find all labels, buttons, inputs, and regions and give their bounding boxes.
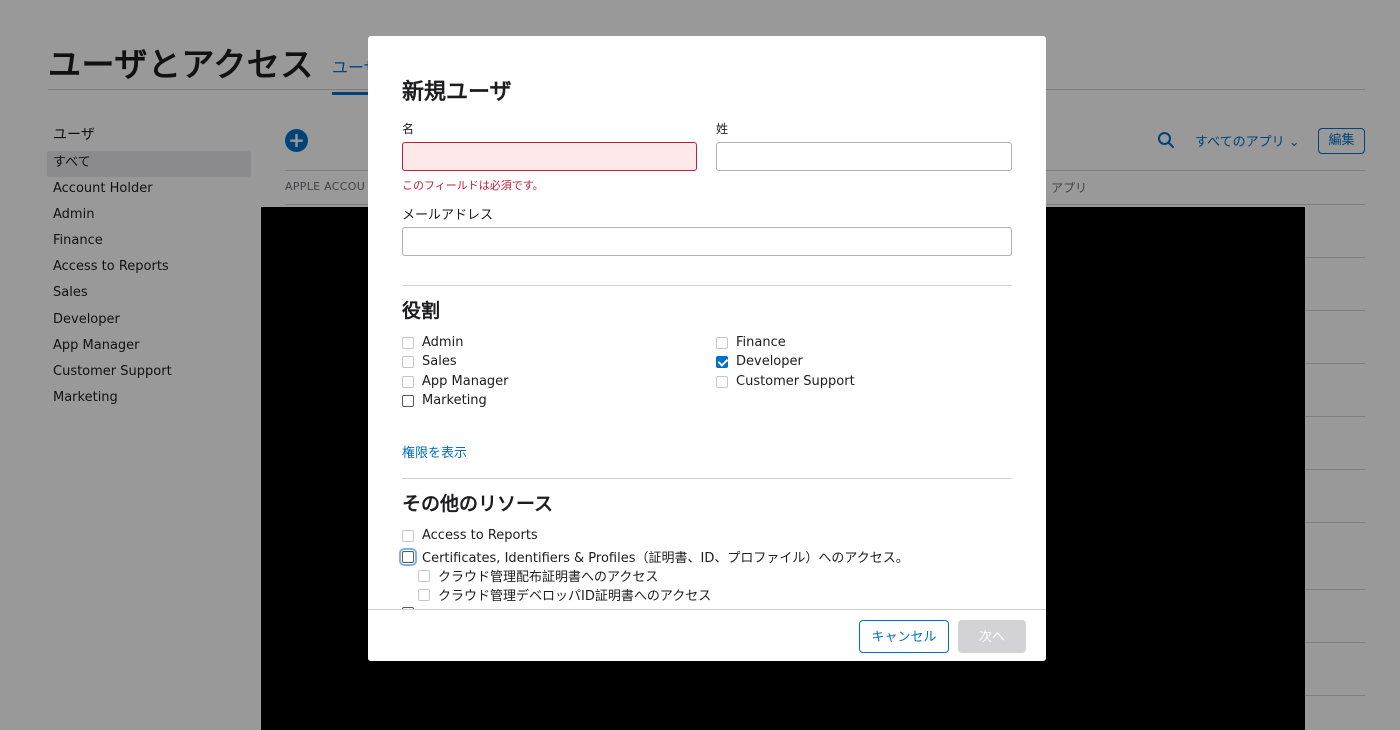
role-marketing[interactable]: Marketing xyxy=(402,393,487,408)
role-developer[interactable]: Developer xyxy=(716,354,803,369)
view-permissions-link[interactable]: 権限を表示 xyxy=(402,442,467,461)
resource-certificates-profiles[interactable]: Certificates, Identifiers & Profiles（証明書… xyxy=(399,547,909,566)
first-name-label: 名 xyxy=(402,122,415,136)
role-developer-checkbox[interactable] xyxy=(716,355,728,368)
resource-cloud-developer-id-certs-label: クラウド管理デベロッパID証明書へのアクセス xyxy=(438,589,712,604)
roles-title: 役割 xyxy=(402,300,441,322)
first-name-field[interactable] xyxy=(402,142,697,171)
role-admin-checkbox xyxy=(402,336,414,349)
role-sales-label: Sales xyxy=(422,354,457,369)
resource-access-to-reports-label: Access to Reports xyxy=(422,528,538,543)
resource-cloud-distribution-certs: クラウド管理配布証明書へのアクセス xyxy=(418,566,658,585)
section-divider xyxy=(402,478,1012,479)
role-marketing-label[interactable]: Marketing xyxy=(422,393,487,408)
role-finance-checkbox xyxy=(716,336,728,349)
role-finance: Finance xyxy=(716,335,786,350)
new-user-dialog: 新規ユーザ 名 このフィールドは必須です。 姓 メールアドレス 役割 Admin… xyxy=(368,36,1046,661)
resource-certificates-profiles-label[interactable]: Certificates, Identifiers & Profiles（証明書… xyxy=(422,547,909,566)
resource-cloud-developer-id-certs-checkbox xyxy=(418,588,430,601)
role-app-manager-label: App Manager xyxy=(422,374,509,389)
section-divider xyxy=(402,285,1012,286)
resource-access-to-reports-checkbox xyxy=(402,529,414,542)
role-finance-label: Finance xyxy=(736,335,786,350)
last-name-field[interactable] xyxy=(716,142,1012,171)
role-marketing-checkbox[interactable] xyxy=(402,394,414,407)
role-customer-support-label: Customer Support xyxy=(736,374,855,389)
role-sales: Sales xyxy=(402,354,457,369)
dialog-title: 新規ユーザ xyxy=(402,80,512,105)
resource-access-to-reports: Access to Reports xyxy=(402,528,538,543)
resource-cloud-distribution-certs-checkbox xyxy=(418,569,430,582)
email-field[interactable] xyxy=(402,227,1012,256)
cancel-button[interactable]: キャンセル xyxy=(859,620,949,653)
next-button[interactable]: 次へ xyxy=(958,620,1026,653)
role-customer-support: Customer Support xyxy=(716,374,855,389)
email-label: メールアドレス xyxy=(402,208,494,223)
last-name-label: 姓 xyxy=(716,122,729,136)
role-app-manager: App Manager xyxy=(402,374,509,389)
role-developer-label[interactable]: Developer xyxy=(736,354,803,369)
first-name-error: このフィールドは必須です。 xyxy=(402,179,544,192)
role-sales-checkbox xyxy=(402,355,414,368)
resource-cloud-distribution-certs-label: クラウド管理配布証明書へのアクセス xyxy=(438,570,659,585)
role-admin-label: Admin xyxy=(422,335,464,350)
role-customer-support-checkbox xyxy=(716,375,728,388)
other-resources-title: その他のリソース xyxy=(402,493,554,515)
role-admin: Admin xyxy=(402,335,463,350)
dialog-scroll-area[interactable]: 新規ユーザ 名 このフィールドは必須です。 姓 メールアドレス 役割 Admin… xyxy=(368,36,1046,609)
resource-certificates-profiles-checkbox[interactable] xyxy=(399,547,417,566)
dialog-footer: キャンセル 次へ xyxy=(368,609,1046,661)
role-app-manager-checkbox xyxy=(402,375,414,388)
resource-cloud-developer-id-certs: クラウド管理デベロッパID証明書へのアクセス xyxy=(418,585,711,604)
